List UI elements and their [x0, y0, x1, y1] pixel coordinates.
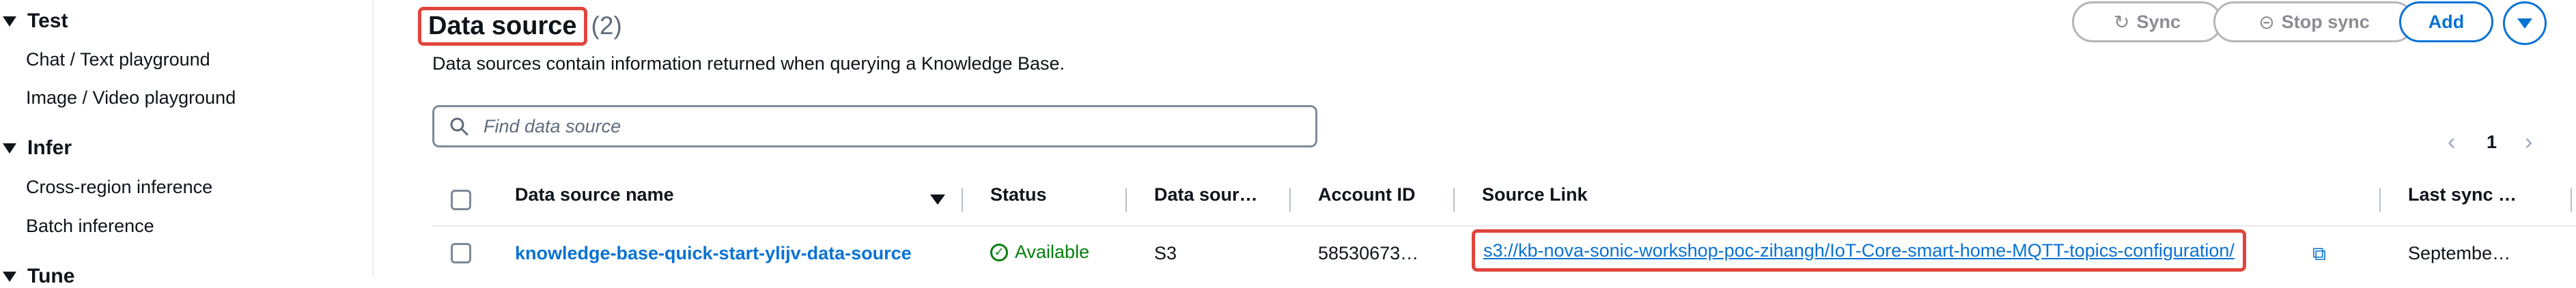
column-header-status[interactable]: Status	[990, 184, 1047, 205]
source-link[interactable]: s3://kb-nova-sonic-workshop-poc-zihangh/…	[1483, 240, 2235, 261]
column-header-data-source-type[interactable]: Data sour…	[1154, 184, 1258, 205]
container-header: Data source (2)	[418, 5, 622, 46]
column-header-last-sync[interactable]: Last sync …	[2408, 184, 2517, 205]
column-resizer[interactable]	[2379, 188, 2381, 212]
sync-button[interactable]: ↻ Sync	[2072, 1, 2222, 42]
chevron-left-icon: ‹	[2448, 128, 2456, 155]
sidebar-item-cross-region-inference[interactable]: Cross-region inference	[26, 177, 212, 198]
page-number-current[interactable]: 1	[2487, 128, 2497, 156]
add-button[interactable]: Add	[2399, 1, 2493, 42]
column-resizer[interactable]	[1453, 188, 1455, 212]
column-resizer[interactable]	[2571, 188, 2572, 212]
sync-button-label: Sync	[2136, 11, 2181, 32]
last-sync-cell: Septembe…	[2408, 243, 2511, 263]
search-input[interactable]	[482, 115, 1236, 138]
sidebar-section-label: Infer	[27, 136, 72, 159]
column-resizer[interactable]	[1125, 188, 1127, 212]
table-divider	[432, 225, 2576, 227]
sidebar-section-test[interactable]: Test	[3, 10, 68, 33]
status-text: Available	[1015, 242, 1090, 262]
add-button-label: Add	[2428, 11, 2465, 32]
search-field[interactable]	[432, 105, 1317, 147]
sidebar-item-batch-inference[interactable]: Batch inference	[26, 216, 154, 237]
prev-page-button[interactable]: ‹	[2448, 128, 2455, 156]
refresh-icon: ↻	[2113, 11, 2130, 33]
source-link-highlight: s3://kb-nova-sonic-workshop-poc-zihangh/…	[1472, 229, 2246, 272]
sidebar-section-tune[interactable]: Tune	[3, 265, 74, 288]
data-source-name-link[interactable]: knowledge-base-quick-start-ylijv-data-so…	[515, 243, 912, 264]
column-header-account-id[interactable]: Account ID	[1318, 184, 1416, 205]
add-options-dropdown-button[interactable]	[2503, 1, 2547, 45]
sort-descending-icon[interactable]	[930, 195, 945, 205]
sidebar: Test Chat / Text playground Image / Vide…	[0, 0, 374, 287]
caret-down-icon	[2517, 18, 2532, 29]
select-all-checkbox[interactable]	[451, 190, 471, 210]
status-success-icon: ✓	[990, 243, 1008, 261]
caret-down-icon	[3, 16, 16, 27]
column-resizer[interactable]	[1289, 188, 1291, 212]
column-resizer[interactable]	[962, 188, 963, 212]
sidebar-section-label: Tune	[27, 265, 75, 287]
account-id-cell: 58530673…	[1318, 243, 1419, 263]
column-header-data-source-name[interactable]: Data source name	[515, 184, 674, 205]
status-cell: ✓ Available	[990, 242, 1089, 263]
column-header-source-link[interactable]: Source Link	[1482, 184, 1588, 205]
stop-sync-button[interactable]: ⊝ Stop sync	[2213, 1, 2415, 42]
stop-sync-button-label: Stop sync	[2281, 11, 2370, 32]
sidebar-section-infer[interactable]: Infer	[3, 136, 72, 160]
item-count: (2)	[591, 12, 622, 40]
search-icon	[449, 117, 468, 136]
sidebar-item-chat-text-playground[interactable]: Chat / Text playground	[26, 49, 210, 70]
sidebar-item-image-video-playground[interactable]: Image / Video playground	[26, 87, 236, 109]
description: Data sources contain information returne…	[432, 53, 1065, 74]
caret-down-icon	[3, 271, 16, 282]
page-title: Data source	[428, 11, 577, 40]
sidebar-section-label: Test	[27, 10, 68, 32]
stop-circle-icon: ⊝	[2258, 11, 2275, 33]
title-highlight: Data source	[418, 6, 587, 46]
next-page-button[interactable]: ›	[2525, 128, 2532, 156]
data-source-type-cell: S3	[1154, 243, 1177, 263]
chevron-right-icon: ›	[2525, 128, 2533, 155]
caret-down-icon	[3, 143, 16, 154]
external-link-icon[interactable]: ⧉	[2312, 243, 2326, 265]
row-checkbox[interactable]	[451, 243, 471, 263]
